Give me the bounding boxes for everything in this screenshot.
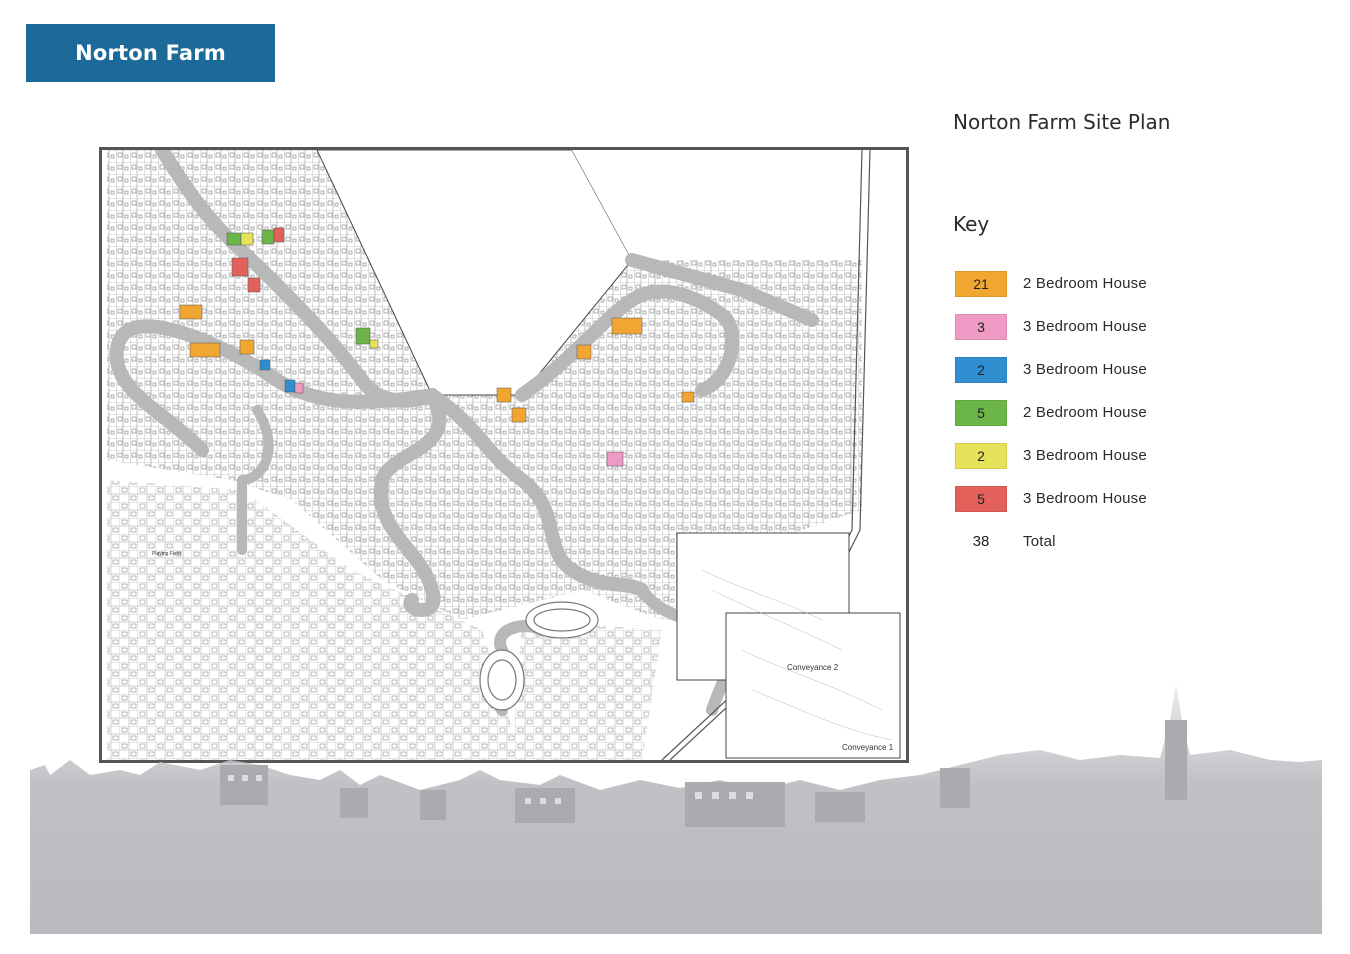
key-item: 5 2 Bedroom House bbox=[955, 391, 1255, 434]
banner-title: Norton Farm bbox=[75, 41, 226, 65]
site-plan-map: Conveyance 2 Conveyance 1 Playing Field bbox=[99, 147, 909, 763]
site-plan-title: Norton Farm Site Plan bbox=[953, 110, 1171, 134]
key-item: 2 3 Bedroom House bbox=[955, 348, 1255, 391]
key-item: 5 3 Bedroom House bbox=[955, 477, 1255, 520]
key-swatch: 2 bbox=[955, 356, 1007, 383]
key-swatch: 3 bbox=[955, 313, 1007, 340]
key-item-label: 3 Bedroom House bbox=[1023, 447, 1147, 464]
key-total-label: Total bbox=[1023, 533, 1056, 550]
key-item-label: 2 Bedroom House bbox=[1023, 275, 1147, 292]
key-item-label: 3 Bedroom House bbox=[1023, 361, 1147, 378]
playing-field-label: Playing Field bbox=[152, 551, 181, 557]
key-item: 21 2 Bedroom House bbox=[955, 262, 1255, 305]
key-total-count: 38 bbox=[972, 533, 990, 550]
key-swatch: 21 bbox=[955, 270, 1007, 297]
key-swatch: 2 bbox=[955, 442, 1007, 469]
key-item: 3 3 Bedroom House bbox=[955, 305, 1255, 348]
key-swatch: 5 bbox=[955, 485, 1007, 512]
key-total-row: 38 Total bbox=[955, 520, 1255, 563]
key-item: 2 3 Bedroom House bbox=[955, 434, 1255, 477]
key-title: Key bbox=[953, 212, 990, 236]
key-legend: 21 2 Bedroom House 3 3 Bedroom House 2 3… bbox=[955, 262, 1255, 563]
site-plan-drawing: Conveyance 2 Conveyance 1 Playing Field bbox=[107, 150, 901, 760]
key-swatch: 5 bbox=[955, 399, 1007, 426]
title-banner: Norton Farm bbox=[26, 24, 275, 82]
conveyance-2-label: Conveyance 2 bbox=[787, 663, 839, 672]
town-skyline-illustration bbox=[30, 685, 1322, 934]
key-item-label: 3 Bedroom House bbox=[1023, 490, 1147, 507]
key-item-label: 2 Bedroom House bbox=[1023, 404, 1147, 421]
key-item-label: 3 Bedroom House bbox=[1023, 318, 1147, 335]
